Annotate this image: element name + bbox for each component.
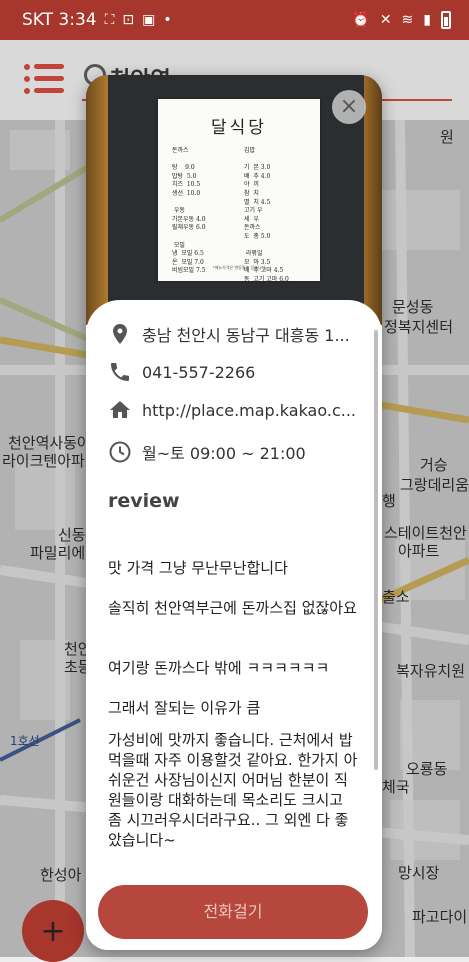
dot-icon: • [163,12,172,28]
phone-icon [108,360,132,384]
review-item: 맛 가격 그냥 무난무난합니다 [108,559,288,577]
screen-capture-icon: ⛶ [104,12,115,28]
photo-frame-left [86,75,108,325]
mute-icon: ✕ [379,12,392,28]
screen-capture-icon: ⊡ [122,12,135,28]
status-bar: SKT 3:34 ⛶ ⊡ ▣ • ⏰ ✕ ≋ ▮ [0,0,469,40]
review-item: 솔직히 천안역부근에 돈까스집 없잖아요 [108,599,357,617]
location-pin-icon [108,322,132,346]
close-button[interactable]: × [332,90,366,124]
review-item: 가성비에 맛까지 좋습니다. 근처에서 밥먹을때 자주 이용할것 같아요. 한가… [108,731,358,849]
opening-hours: 월~토 09:00 ~ 21:00 [142,444,306,463]
signal-icon: ▮ [423,12,431,28]
address-text: 충남 천안시 동남구 대흥동 1... [142,326,350,345]
menu-footer: *메뉴가격은 변동될수 있습니다 [212,265,266,270]
phone-number[interactable]: 041-557-2266 [142,363,255,382]
carrier-time: SKT 3:34 [22,10,97,30]
menu-right-column: 김밥 기 본 3.0 배 추 4.0 야 끼 참 치 멸 치 4.5 고기 우 … [244,147,289,283]
menu-board: 달식당 돈까스 탕 9.0 밥탕 5.0 치즈 10.5 생선 10.0 우동 … [158,99,320,283]
photo-frame-right [364,75,382,325]
hamburger-menu-icon[interactable] [24,64,64,94]
place-detail-card: 달식당 돈까스 탕 9.0 밥탕 5.0 치즈 10.5 생선 10.0 우동 … [86,75,382,950]
phone-row[interactable]: 041-557-2266 [108,360,368,384]
home-icon [108,398,132,422]
restaurant-photo: 달식당 돈까스 탕 9.0 밥탕 5.0 치즈 10.5 생선 10.0 우동 … [86,75,382,325]
homepage-row[interactable]: http://place.map.kakao.c... [108,398,368,422]
review-heading: review [108,490,180,512]
photo-icon: ▣ [142,12,156,28]
alarm-icon: ⏰ [352,12,370,28]
homepage-link[interactable]: http://place.map.kakao.c... [142,401,356,420]
call-button[interactable]: 전화걸기 [98,885,368,939]
add-button[interactable]: + [22,900,84,962]
menu-title: 달식당 [211,118,267,138]
address-row: 충남 천안시 동남구 대흥동 1... [108,322,368,346]
hours-row: 월~토 09:00 ~ 21:00 [108,440,368,464]
menu-left-column: 돈까스 탕 9.0 밥탕 5.0 치즈 10.5 생선 10.0 우동 기본우동… [172,147,206,275]
review-item: 그래서 잘되는 이유가 큼 [108,699,261,717]
scrollbar[interactable] [374,330,378,770]
place-info-panel[interactable]: 충남 천안시 동남구 대흥동 1... 041-557-2266 http://… [86,300,382,950]
clock-icon [108,440,132,464]
review-item: 여기랑 돈까스다 밖에 ㅋㅋㅋㅋㅋㅋ [108,659,330,677]
battery-icon [441,11,451,29]
wifi-icon: ≋ [401,12,414,28]
